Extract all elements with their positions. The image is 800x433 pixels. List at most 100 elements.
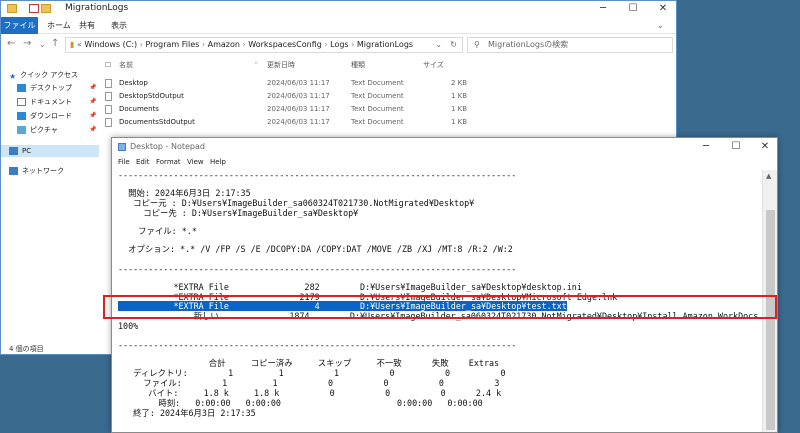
log-line: ファイル: 1 1 0 0 0 3 (118, 378, 500, 388)
file-type: Text Document (351, 118, 404, 126)
column-header-size[interactable]: サイズ (423, 59, 444, 71)
log-line: バイト: 1.8 k 1.8 k 0 0 0 2.4 k (118, 388, 502, 398)
menu-format[interactable]: Format (156, 158, 181, 166)
log-line: ----------------------------------------… (118, 264, 517, 274)
breadcrumb-workspacesconfig[interactable]: WorkspacesConfig (248, 40, 322, 49)
pin-icon: 📌 (89, 98, 97, 105)
search-placeholder: MigrationLogsの検索 (488, 40, 569, 49)
log-line: 合計 コピー済み スキップ 不一致 失敗 Extras (118, 358, 500, 368)
highlight-annotation-box (103, 295, 777, 319)
menu-file[interactable]: File (118, 158, 130, 166)
pictures-icon (17, 126, 26, 134)
log-line: コピー先 : D:¥Users¥ImageBuilder_sa¥Desktop¥ (118, 208, 359, 218)
column-header-type[interactable]: 種類 (351, 59, 365, 71)
file-row[interactable]: DesktopStdOutput 2024/06/03 11:17 Text D… (105, 90, 468, 102)
status-item-count: 4 個の項目 (9, 345, 44, 353)
log-line: ディレクトリ: 1 1 1 0 0 0 (118, 368, 506, 378)
file-type: Text Document (351, 79, 404, 87)
folder-icon: ▮ (70, 40, 75, 49)
tab-home[interactable]: ホーム (41, 17, 77, 34)
tab-view[interactable]: 表示 (105, 17, 133, 34)
sidebar-item-documents[interactable]: ドキュメント (17, 96, 72, 108)
ribbon-expand-icon[interactable]: ⌄ (651, 17, 670, 34)
scroll-up-icon[interactable]: ▲ (766, 172, 771, 180)
minimize-button[interactable]: ─ (692, 139, 720, 155)
sidebar-item-pc[interactable]: PC (1, 145, 99, 157)
breadcrumb-logs[interactable]: Logs (330, 40, 348, 49)
recent-locations-icon[interactable]: ⌄ (39, 40, 46, 49)
file-row[interactable]: Documents 2024/06/03 11:17 Text Document… (105, 103, 468, 115)
folder-icon (7, 4, 17, 13)
column-header-date[interactable]: 更新日時 (267, 59, 295, 71)
search-input[interactable]: ⚲ MigrationLogsの検索 (467, 37, 673, 53)
star-icon: ★ (9, 72, 17, 81)
close-button[interactable]: ✕ (751, 139, 777, 155)
log-line: 時刻: 0:00:00 0:00:00 0:00:00 0:00:00 (118, 398, 483, 408)
text-file-icon (105, 118, 112, 127)
tab-file[interactable]: ファイル (1, 17, 38, 34)
sidebar-item-downloads[interactable]: ダウンロード (17, 110, 72, 122)
file-row[interactable]: Desktop 2024/06/03 11:17 Text Document 2… (105, 77, 467, 89)
sidebar-item-pictures[interactable]: ピクチャ (17, 124, 58, 136)
sidebar-item-network[interactable]: ネットワーク (9, 165, 64, 177)
scrollbar-thumb[interactable] (766, 210, 775, 430)
menu-view[interactable]: View (187, 158, 204, 166)
breadcrumb-program-files[interactable]: Program Files (145, 40, 199, 49)
forward-arrow-icon[interactable]: → (23, 38, 31, 49)
search-icon: ⚲ (474, 40, 480, 49)
notepad-title: Desktop - Notepad (130, 142, 205, 151)
text-file-icon (105, 92, 112, 101)
log-line: コピー元 : D:¥Users¥ImageBuilder_sa060324T02… (118, 198, 475, 208)
log-line: *EXTRA File 282 D:¥Users¥ImageBuilder_sa… (118, 282, 582, 292)
pin-icon: 📌 (89, 126, 97, 133)
file-row[interactable]: DocumentsStdOutput 2024/06/03 11:17 Text… (105, 116, 468, 128)
file-size: 1 KB (451, 92, 468, 100)
notepad-menubar: File Edit Format View Help (112, 156, 777, 170)
file-name: DocumentsStdOutput (119, 118, 195, 126)
sidebar-item-desktop[interactable]: デスクトップ (17, 82, 72, 94)
file-size: 1 KB (451, 118, 468, 126)
refresh-icon[interactable]: ↻ (450, 38, 457, 52)
desktop-icon (17, 84, 26, 92)
file-name: DesktopStdOutput (119, 92, 184, 100)
maximize-button[interactable]: ☐ (722, 139, 750, 155)
tab-share[interactable]: 共有 (73, 17, 101, 34)
maximize-button[interactable]: ☐ (619, 1, 647, 17)
address-dropdown-icon[interactable]: ⌄ (435, 38, 442, 52)
notepad-window: Desktop - Notepad ─ ☐ ✕ File Edit Format… (111, 137, 778, 433)
log-line: 100% (118, 321, 139, 331)
up-arrow-icon[interactable]: ↑ (51, 38, 59, 49)
menu-edit[interactable]: Edit (136, 158, 150, 166)
new-folder-icon[interactable] (41, 4, 51, 13)
file-size: 1 KB (451, 105, 468, 113)
window-title: MigrationLogs (65, 3, 129, 13)
network-icon (9, 167, 18, 175)
notepad-icon (118, 143, 126, 151)
file-date: 2024/06/03 11:17 (267, 79, 330, 87)
breadcrumb-migrationlogs[interactable]: MigrationLogs (357, 40, 413, 49)
file-date: 2024/06/03 11:17 (267, 118, 330, 126)
navigation-pane: ★ クイック アクセス デスクトップ 📌 ドキュメント 📌 ダウンロード 📌 ピク… (1, 61, 99, 341)
file-date: 2024/06/03 11:17 (267, 92, 330, 100)
navigation-bar: ← → ⌄ ↑ ▮ « Windows (C:) › Program Files… (1, 34, 676, 56)
breadcrumb-drive[interactable]: Windows (C:) (84, 40, 137, 49)
documents-icon (17, 98, 26, 106)
minimize-button[interactable]: ─ (589, 1, 617, 17)
menu-help[interactable]: Help (210, 158, 226, 166)
log-line: 終了: 2024年6月3日 2:17:35 (118, 408, 256, 418)
properties-icon[interactable] (29, 4, 39, 13)
download-icon (17, 112, 26, 120)
breadcrumb-amazon[interactable]: Amazon (208, 40, 240, 49)
log-line: ----------------------------------------… (118, 170, 517, 180)
select-all-checkbox[interactable]: ☐ (105, 59, 119, 71)
file-type: Text Document (351, 92, 404, 100)
text-file-icon (105, 79, 112, 88)
log-line: 開始: 2024年6月3日 2:17:35 (118, 188, 251, 198)
column-header-name[interactable]: 名前 (119, 59, 133, 71)
pin-icon: 📌 (89, 112, 97, 119)
close-button[interactable]: ✕ (649, 1, 676, 17)
address-bar[interactable]: ▮ « Windows (C:) › Program Files › Amazo… (65, 37, 463, 53)
sidebar-quick-access[interactable]: ★ クイック アクセス (9, 69, 78, 81)
back-arrow-icon[interactable]: ← (7, 38, 15, 49)
explorer-titlebar: MigrationLogs ─ ☐ ✕ (1, 1, 676, 17)
